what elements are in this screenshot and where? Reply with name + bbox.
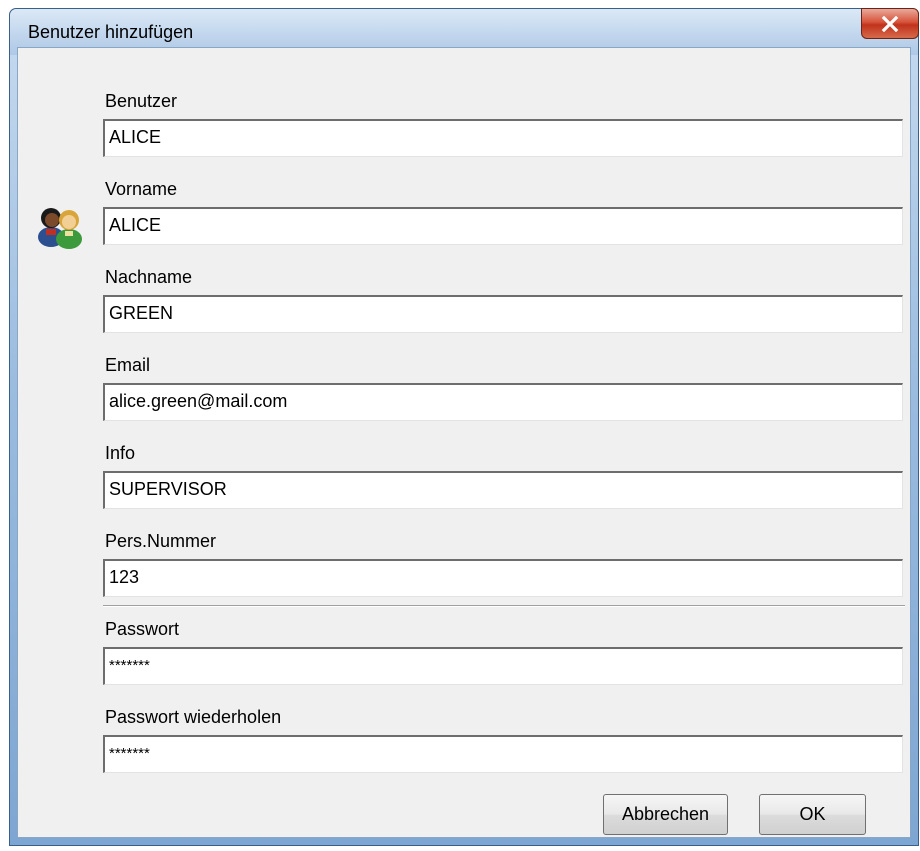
email-label: Email — [105, 355, 151, 375]
personnel-number-input[interactable]: 123 — [103, 559, 903, 597]
password-repeat-label: Passwort wiederholen — [105, 707, 282, 727]
info-input[interactable]: SUPERVISOR — [103, 471, 903, 509]
firstname-label: Vorname — [105, 179, 178, 199]
username-input[interactable]: ALICE — [103, 119, 903, 157]
email-input[interactable]: alice.green@mail.com — [103, 383, 903, 421]
password-label: Passwort — [105, 619, 180, 639]
password-repeat-input[interactable]: ******* — [103, 735, 903, 773]
window-title: Benutzer hinzufügen — [28, 22, 194, 42]
password-input[interactable]: ******* — [103, 647, 903, 685]
users-icon — [38, 208, 82, 249]
personnel-number-label: Pers.Nummer — [105, 531, 217, 551]
lastname-input[interactable]: GREEN — [103, 295, 903, 333]
close-button[interactable] — [861, 8, 919, 39]
cancel-button[interactable]: Abbrechen — [603, 794, 728, 835]
separator — [103, 605, 905, 607]
dialog-body: Benutzer ALICE Vorname ALICE Nachname GR… — [17, 47, 911, 838]
dialog-window: Benutzer hinzufügen Benutzer ALICE Vorna… — [9, 8, 919, 846]
info-label: Info — [105, 443, 136, 463]
lastname-label: Nachname — [105, 267, 193, 287]
ok-button[interactable]: OK — [759, 794, 866, 835]
username-label: Benutzer — [105, 91, 178, 111]
close-icon — [881, 15, 899, 32]
firstname-input[interactable]: ALICE — [103, 207, 903, 245]
